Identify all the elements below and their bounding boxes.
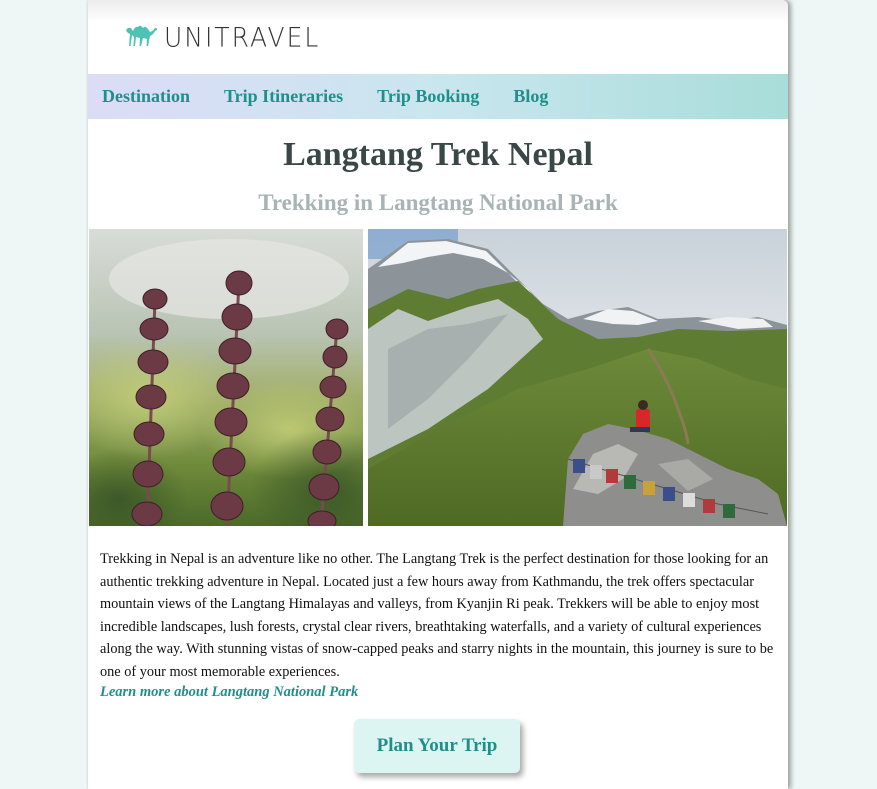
learn-more-link[interactable]: Learn more about Langtang National Park [100, 684, 358, 701]
page-container: UNITRAVEL Destination Trip Itineraries T… [88, 0, 788, 789]
flowers-photo [89, 229, 363, 526]
camel-icon [124, 22, 158, 53]
logo[interactable]: UNITRAVEL [124, 22, 320, 53]
page-subtitle: Trekking in Langtang National Park [258, 190, 618, 215]
nav-item-trip-booking[interactable]: Trip Booking [377, 86, 479, 107]
main-nav: Destination Trip Itineraries Trip Bookin… [88, 74, 788, 119]
nav-item-blog[interactable]: Blog [513, 86, 548, 107]
header: UNITRAVEL [88, 0, 788, 74]
plan-trip-button[interactable]: Plan Your Trip [354, 719, 520, 773]
mountain-ridge-photo [368, 229, 787, 526]
brand-name: UNITRAVEL [164, 22, 321, 53]
trek-description: Trekking in Nepal is an adventure like n… [100, 551, 774, 680]
page-title: Langtang Trek Nepal [283, 136, 593, 173]
nav-item-destination[interactable]: Destination [102, 86, 190, 107]
nav-item-trip-itineraries[interactable]: Trip Itineraries [224, 86, 343, 107]
